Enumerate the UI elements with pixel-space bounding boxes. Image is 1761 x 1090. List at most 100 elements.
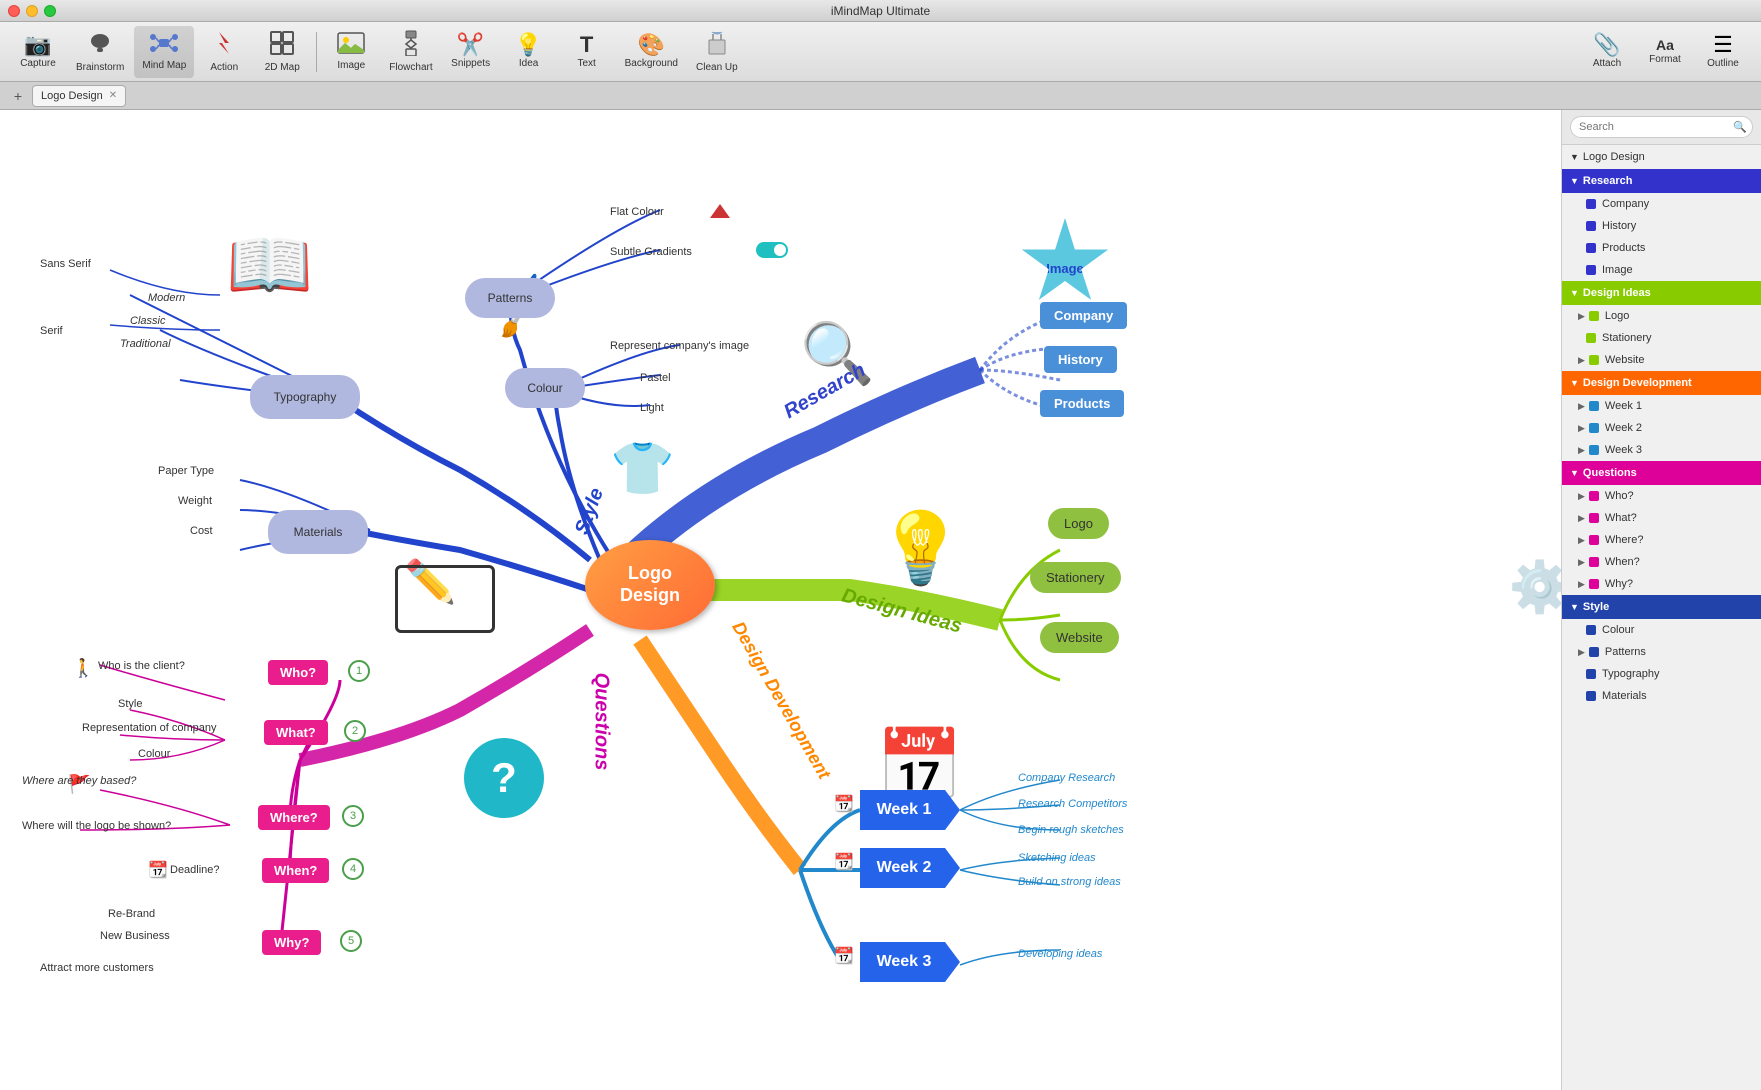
sidebar-item-website[interactable]: ▶ Website [1562,349,1761,371]
background-icon: 🎨 [638,34,665,56]
build-strong-label: Build on strong ideas [1018,876,1121,888]
who-node[interactable]: Who? [268,660,328,685]
action-icon [211,30,237,60]
why-node[interactable]: Why? [262,930,321,955]
text-icon: T [580,34,593,56]
light-label: Light [640,402,664,414]
where-based-label: Where are they based? [22,775,136,787]
brainstorm-button[interactable]: Brainstorm [68,26,132,78]
cleanup-label: Clean Up [696,62,738,73]
format-label: Format [1649,54,1681,65]
sidebar-design-ideas-header[interactable]: ▼ Design Ideas [1562,281,1761,305]
background-label: Background [625,58,678,69]
tab-logo-design[interactable]: Logo Design ✕ [32,85,126,107]
logo-di-node[interactable]: Logo [1048,508,1109,539]
sidebar-item-patterns[interactable]: ▶ Patterns [1562,641,1761,663]
attach-button[interactable]: 📎 Attach [1579,26,1635,78]
typography-node[interactable]: Typography [250,375,360,419]
search-input[interactable] [1570,116,1753,138]
sidebar-design-dev-header[interactable]: ▼ Design Development [1562,371,1761,395]
sidebar-item-week3[interactable]: ▶ Week 3 [1562,439,1761,461]
cleanup-button[interactable]: Clean Up [688,26,746,78]
website-node[interactable]: Website [1040,622,1119,653]
patterns-node[interactable]: Patterns [465,278,555,318]
design-ideas-section-label: Design Ideas [1583,287,1651,299]
company-node[interactable]: Company [1040,302,1127,329]
products-node[interactable]: Products [1040,390,1124,417]
cost-label: Cost [190,525,213,537]
colour-label: Colour [527,381,562,395]
what-badge: 2 [344,720,366,742]
background-button[interactable]: 🎨 Background [617,26,686,78]
outline-button[interactable]: ☰ Outline [1695,26,1751,78]
week3-node[interactable]: Week 3 [860,942,960,982]
image-icon [337,32,365,58]
sidebar-item-logo-di[interactable]: ▶ Logo [1562,305,1761,327]
sidebar-item-what[interactable]: ▶ What? [1562,507,1761,529]
idea-button[interactable]: 💡 Idea [501,26,557,78]
format-button[interactable]: Aa Format [1637,26,1693,78]
minimize-button[interactable] [26,5,38,17]
sidebar-item-colour[interactable]: Colour [1562,619,1761,641]
classic-label: Classic [130,315,165,327]
sidebar-item-where[interactable]: ▶ Where? [1562,529,1761,551]
week3-label: Week 3 [877,953,932,971]
logo-di-dot [1589,311,1599,321]
sidebar-item-typography[interactable]: Typography [1562,663,1761,685]
center-node[interactable]: LogoDesign [585,540,715,630]
capture-button[interactable]: 📷 Capture [10,26,66,78]
materials-node[interactable]: Materials [268,510,368,554]
paper-type-label: Paper Type [158,465,214,477]
lightbulb-icon: 💡 [877,508,964,590]
sidebar-item-history[interactable]: History [1562,215,1761,237]
what-dot [1589,513,1599,523]
2dmap-button[interactable]: 2D Map [254,26,310,78]
sidebar-item-stationery[interactable]: Stationery [1562,327,1761,349]
sidebar-style-header[interactable]: ▼ Style [1562,595,1761,619]
why-arrow: ▶ [1578,579,1585,590]
snippets-button[interactable]: ✂️ Snippets [443,26,499,78]
history-node[interactable]: History [1044,346,1117,373]
capture-label: Capture [20,58,56,69]
flowchart-button[interactable]: Flowchart [381,26,440,78]
stationery-node[interactable]: Stationery [1030,562,1121,593]
when-badge: 4 [342,858,364,880]
close-button[interactable] [8,5,20,17]
products-dot [1586,243,1596,253]
week2-node[interactable]: Week 2 [860,848,960,888]
sidebar-item-week2[interactable]: ▶ Week 2 [1562,417,1761,439]
action-button[interactable]: Action [196,26,252,78]
when-node[interactable]: When? [262,858,329,883]
patterns-label: Patterns [488,291,533,305]
week3-item-label: Week 3 [1605,444,1642,456]
week1-node[interactable]: Week 1 [860,790,960,830]
action-label: Action [210,62,238,73]
tab-close-button[interactable]: ✕ [109,90,117,101]
week3-arrow: ▶ [1578,445,1585,456]
colour-node[interactable]: Colour [505,368,585,408]
app-title: iMindMap Ultimate [831,4,930,18]
design-ideas-arrow: ▼ [1570,288,1579,298]
questions-branch-label: Questions [589,673,612,771]
subtle-gradients-toggle[interactable] [756,242,788,258]
sidebar-item-who[interactable]: ▶ Who? [1562,485,1761,507]
sidebar-item-company[interactable]: Company [1562,193,1761,215]
sidebar-item-week1[interactable]: ▶ Week 1 [1562,395,1761,417]
sidebar-item-materials[interactable]: Materials [1562,685,1761,707]
mindmap-button[interactable]: Mind Map [134,26,194,78]
mindmap-canvas[interactable]: LogoDesign Typography 📖 Sans Serif Serif… [0,110,1561,1090]
sidebar-item-image[interactable]: Image [1562,259,1761,281]
sidebar-item-products[interactable]: Products [1562,237,1761,259]
sidebar-research-header[interactable]: ▼ Research [1562,169,1761,193]
where-node[interactable]: Where? [258,805,330,830]
sidebar-item-why[interactable]: ▶ Why? [1562,573,1761,595]
why-label: Why? [274,935,309,950]
sidebar-item-when[interactable]: ▶ When? [1562,551,1761,573]
text-button[interactable]: T Text [559,26,615,78]
maximize-button[interactable] [44,5,56,17]
add-tab-button[interactable]: + [8,86,28,106]
what-node[interactable]: What? [264,720,328,745]
sidebar-questions-header[interactable]: ▼ Questions [1562,461,1761,485]
patterns-item-label: Patterns [1605,646,1646,658]
image-button[interactable]: Image [323,26,379,78]
